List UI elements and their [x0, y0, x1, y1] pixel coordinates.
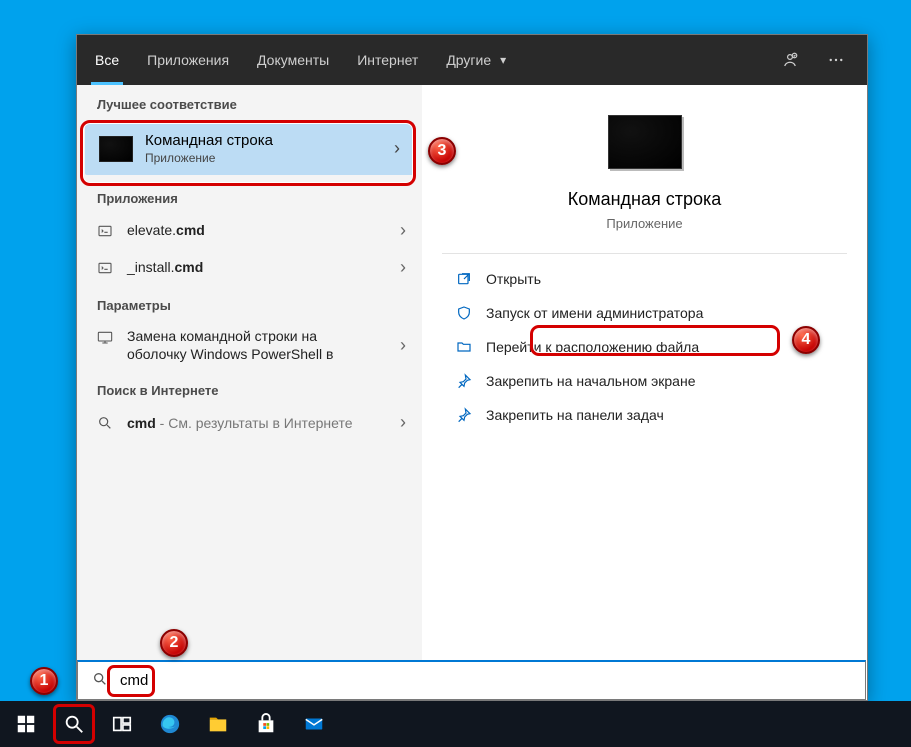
- section-settings: Параметры: [77, 286, 422, 319]
- pin-icon: [452, 373, 476, 389]
- search-panel: Все Приложения Документы Интернет Другие…: [76, 34, 868, 701]
- preview-subtitle: Приложение: [442, 216, 847, 231]
- result-text: _install.cmd: [127, 258, 203, 276]
- preview-pane: Командная строка Приложение Открыть Запу…: [422, 85, 867, 700]
- action-label: Закрепить на начальном экране: [486, 373, 696, 389]
- pin-icon: [452, 407, 476, 423]
- result-text: cmd - См. результаты в Интернете: [127, 414, 352, 432]
- chevron-right-icon: ›: [400, 335, 410, 356]
- search-body: Лучшее соответствие Командная строка При…: [77, 85, 867, 700]
- separator: [442, 253, 847, 254]
- best-match-item[interactable]: Командная строка Приложение ›: [85, 122, 414, 175]
- result-text: Замена командной строки на оболочку Wind…: [127, 327, 377, 363]
- action-label: Перейти к расположению файла: [486, 339, 699, 355]
- chevron-right-icon: ›: [394, 138, 400, 159]
- tab-all[interactable]: Все: [81, 35, 133, 85]
- action-run-as-admin[interactable]: Запуск от имени администратора: [442, 296, 847, 330]
- action-list: Открыть Запуск от имени администратора П…: [442, 262, 847, 432]
- taskbar-mail[interactable]: [290, 701, 338, 747]
- result-text: elevate.cmd: [127, 221, 205, 239]
- chevron-right-icon: ›: [400, 412, 410, 433]
- tab-documents[interactable]: Документы: [243, 35, 343, 85]
- action-pin-taskbar[interactable]: Закрепить на панели задач: [442, 398, 847, 432]
- taskbar: [0, 701, 911, 747]
- search-input-row: [77, 660, 866, 700]
- section-web: Поиск в Интернете: [77, 371, 422, 404]
- app-result-elevate[interactable]: elevate.cmd ›: [77, 212, 422, 249]
- best-match-subtitle: Приложение: [145, 151, 273, 165]
- action-pin-start[interactable]: Закрепить на начальном экране: [442, 364, 847, 398]
- cmd-large-icon: [608, 115, 682, 169]
- taskbar-explorer[interactable]: [194, 701, 242, 747]
- settings-icon: [95, 329, 115, 345]
- action-label: Открыть: [486, 271, 541, 287]
- tab-more[interactable]: Другие: [432, 35, 520, 85]
- script-icon: [95, 223, 115, 239]
- start-button[interactable]: [2, 701, 50, 747]
- chevron-right-icon: ›: [400, 257, 410, 278]
- preview-title: Командная строка: [442, 189, 847, 210]
- script-icon: [95, 260, 115, 276]
- action-label: Закрепить на панели задач: [486, 407, 664, 423]
- shield-icon: [452, 305, 476, 321]
- action-open[interactable]: Открыть: [442, 262, 847, 296]
- search-icon: [92, 671, 108, 690]
- folder-icon: [452, 339, 476, 355]
- search-icon: [95, 415, 115, 431]
- section-apps: Приложения: [77, 179, 422, 212]
- best-match-title: Командная строка: [145, 132, 273, 149]
- action-open-location[interactable]: Перейти к расположению файла: [442, 330, 847, 364]
- search-input[interactable]: [118, 671, 865, 690]
- action-label: Запуск от имени администратора: [486, 305, 703, 321]
- chevron-right-icon: ›: [400, 220, 410, 241]
- annotation-badge-1: 1: [30, 667, 58, 695]
- more-icon[interactable]: [813, 35, 859, 85]
- taskbar-store[interactable]: [242, 701, 290, 747]
- cmd-icon: [99, 136, 133, 162]
- web-result[interactable]: cmd - См. результаты в Интернете ›: [77, 404, 422, 441]
- app-result-install[interactable]: _install.cmd ›: [77, 249, 422, 286]
- results-column: Лучшее соответствие Командная строка При…: [77, 85, 422, 700]
- account-icon[interactable]: [767, 35, 813, 85]
- open-icon: [452, 271, 476, 287]
- taskbar-edge[interactable]: [146, 701, 194, 747]
- section-best-match: Лучшее соответствие: [77, 85, 422, 118]
- taskbar-task-view[interactable]: [98, 701, 146, 747]
- settings-result[interactable]: Замена командной строки на оболочку Wind…: [77, 319, 422, 371]
- taskbar-search-button[interactable]: [50, 701, 98, 747]
- search-tabs: Все Приложения Документы Интернет Другие: [77, 35, 867, 85]
- tab-web[interactable]: Интернет: [343, 35, 432, 85]
- tab-apps[interactable]: Приложения: [133, 35, 243, 85]
